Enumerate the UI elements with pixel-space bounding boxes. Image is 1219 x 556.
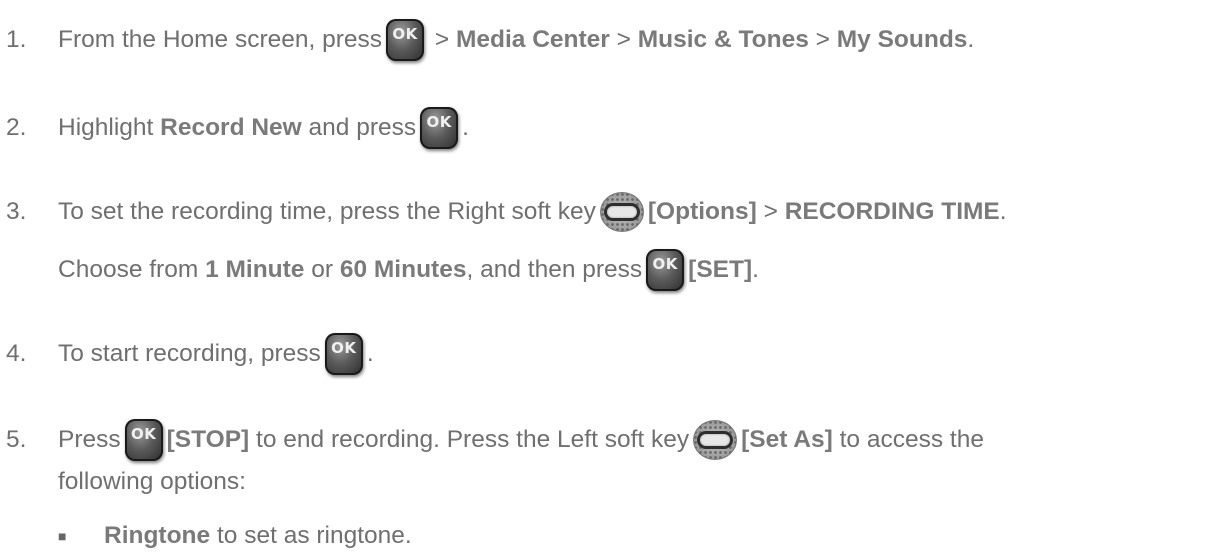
text: and press (301, 114, 417, 141)
text: Highlight (58, 114, 161, 141)
menu-item-music-tones: Music & Tones (637, 26, 809, 53)
step-number: 2. (6, 114, 27, 141)
menu-item-my-sounds: My Sounds (836, 26, 968, 53)
ok-key-icon: OK (324, 333, 363, 375)
text: . (967, 26, 975, 53)
text: From the Home screen, press (58, 26, 383, 53)
text: . (752, 256, 759, 283)
step-number: 5. (6, 426, 27, 453)
option-label: [STOP] (166, 426, 250, 453)
text: > (609, 26, 638, 53)
step-text: Choose from 1 Minute or 60 Minutes , and… (58, 249, 759, 291)
option-label: [Set As] (741, 426, 833, 453)
step-text: To start recording, press OK . (58, 333, 374, 375)
text: , and then press (466, 256, 643, 283)
text: > (756, 198, 785, 225)
option-60-minutes: 60 Minutes (339, 256, 467, 283)
bullet-icon: ■ (58, 528, 67, 544)
instruction-document: 1. From the Home screen, press OK > Medi… (0, 0, 1219, 556)
sub-item-text: Ringtone to set as ringtone. (104, 522, 412, 550)
text: > (428, 26, 456, 53)
text: to set as ringtone. (210, 522, 412, 549)
text: to end recording. Press the Left soft ke… (249, 426, 690, 453)
ok-key-label: OK (130, 425, 157, 443)
ok-key-icon: OK (386, 19, 425, 61)
text: or (304, 256, 340, 283)
step-text: Highlight Record New and press OK . (58, 107, 469, 149)
ok-key-label: OK (331, 339, 357, 357)
step-text: following options: (58, 468, 246, 496)
text: Choose from (58, 256, 206, 283)
step-number: 3. (6, 198, 27, 225)
ok-key-label: OK (652, 255, 678, 273)
text: . (999, 198, 1007, 225)
menu-item-recording-time: RECORDING TIME (784, 198, 1000, 225)
option-label: [Options] (647, 198, 757, 225)
ok-key-icon: OK (646, 249, 685, 291)
text: . (366, 340, 374, 367)
step-number: 1. (6, 26, 27, 53)
ok-key-label: OK (426, 113, 452, 131)
step-text: To set the recording time, press the Rig… (58, 192, 1007, 232)
text: To set the recording time, press the Rig… (58, 198, 596, 225)
option-label: [SET] (688, 256, 753, 283)
soft-key-icon (693, 420, 738, 460)
text: following options: (58, 468, 246, 495)
step-number: 4. (6, 340, 27, 367)
ok-key-icon: OK (124, 419, 163, 461)
option-1-minute: 1 Minute (205, 256, 305, 283)
text: Press (58, 426, 121, 453)
option-ringtone: Ringtone (104, 522, 211, 549)
soft-key-icon (599, 192, 644, 232)
ok-key-label: OK (392, 25, 418, 43)
menu-item-media-center: Media Center (455, 26, 610, 53)
ok-key-icon: OK (420, 107, 459, 149)
step-text: From the Home screen, press OK > Media C… (58, 19, 974, 61)
menu-item-record-new: Record New (160, 114, 302, 141)
text: > (808, 26, 837, 53)
text: To start recording, press (58, 340, 321, 367)
step-text: Press OK [STOP] to end recording. Press … (58, 419, 984, 461)
text: to access the (832, 426, 984, 453)
text: . (462, 114, 469, 141)
